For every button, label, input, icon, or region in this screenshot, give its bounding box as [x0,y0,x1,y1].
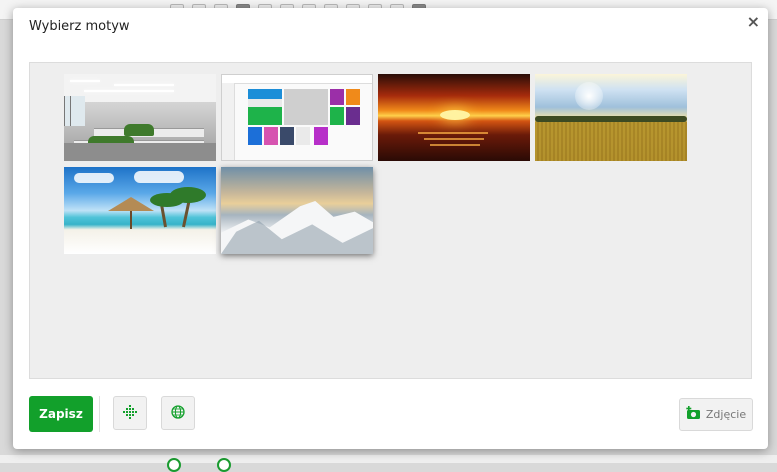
footer-divider [99,396,100,432]
theme-thumb-app-screenshot[interactable] [221,74,373,161]
theme-thumb-wheat-field[interactable] [535,74,687,161]
theme-thumb-office[interactable] [64,74,216,161]
globe-icon [171,404,185,423]
theme-thumb-tropical-beach[interactable] [64,167,216,254]
grid-button[interactable] [113,396,147,430]
theme-thumb-snowy-mountains[interactable] [221,167,373,254]
add-photo-icon [686,406,702,423]
background-editor-bottom [0,455,777,463]
globe-button[interactable] [161,396,195,430]
theme-dialog: Wybierz motyw × Zapisz Zdjęcie [13,8,768,449]
theme-thumb-sunset[interactable] [378,74,530,161]
add-photo-label: Zdjęcie [705,408,747,421]
add-photo-button[interactable]: Zdjęcie [679,398,753,431]
close-icon[interactable]: × [747,14,760,30]
theme-gallery [29,62,752,379]
background-status-icon [217,458,231,472]
save-button[interactable]: Zapisz [29,396,93,432]
dialog-title: Wybierz motyw [29,19,130,34]
dotted-grid-icon [123,404,137,423]
background-status-icon [167,458,181,472]
